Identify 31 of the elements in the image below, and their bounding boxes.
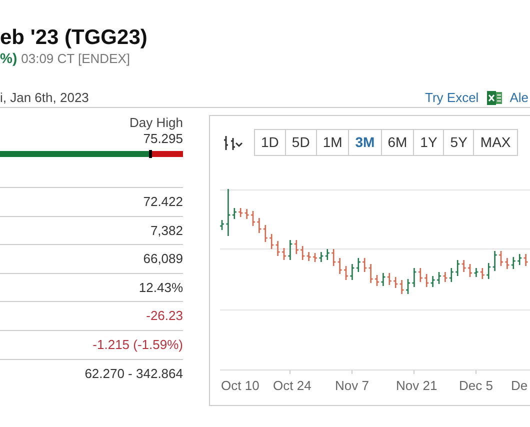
period-tab[interactable]: 5D bbox=[284, 130, 316, 155]
period-tab[interactable]: 3M bbox=[348, 130, 381, 155]
axis-label: Nov 21 bbox=[396, 377, 438, 395]
axis-label: De bbox=[511, 377, 528, 395]
stat-value: 12.43% bbox=[138, 278, 183, 297]
period-tab[interactable]: MAX bbox=[473, 130, 517, 155]
stat-value: 7,382 bbox=[150, 222, 183, 240]
quote-time: 03:09 CT [ENDEX] bbox=[21, 50, 130, 68]
period-tab[interactable]: 1D bbox=[255, 130, 285, 155]
axis-label: Oct 24 bbox=[273, 377, 312, 395]
candlestick-icon[interactable] bbox=[222, 134, 244, 152]
excel-link[interactable]: Try Excel bbox=[425, 88, 479, 108]
stat-value: -26.23 bbox=[146, 307, 183, 326]
period-tab[interactable]: 6M bbox=[380, 130, 414, 155]
spreadsheet-icon[interactable] bbox=[486, 90, 502, 105]
period-tab[interactable]: 1Y bbox=[413, 130, 444, 155]
axis-label: Oct 10 bbox=[221, 377, 260, 395]
period-tab[interactable]: 5Y bbox=[443, 130, 474, 155]
stat-value: 72.422 bbox=[143, 193, 183, 212]
stat-value: -1.215 (-1.59%) bbox=[92, 336, 183, 354]
price-change: %) bbox=[0, 49, 18, 68]
day-high-label: Day High bbox=[130, 115, 183, 131]
day-high-value: 75.295 bbox=[143, 131, 183, 147]
axis-label: Dec 5 bbox=[459, 377, 493, 395]
link[interactable]: Ale bbox=[510, 88, 528, 108]
quote-date: i, Jan 6th, 2023 bbox=[0, 89, 89, 107]
stat-value: 66,089 bbox=[143, 250, 183, 268]
period-tab[interactable]: 1M bbox=[316, 130, 348, 155]
stat-value: 62.270 - 342.864 bbox=[84, 364, 183, 383]
contract-title: eb '23 (TGG23) bbox=[0, 25, 148, 51]
axis-label: Nov 7 bbox=[335, 377, 369, 395]
